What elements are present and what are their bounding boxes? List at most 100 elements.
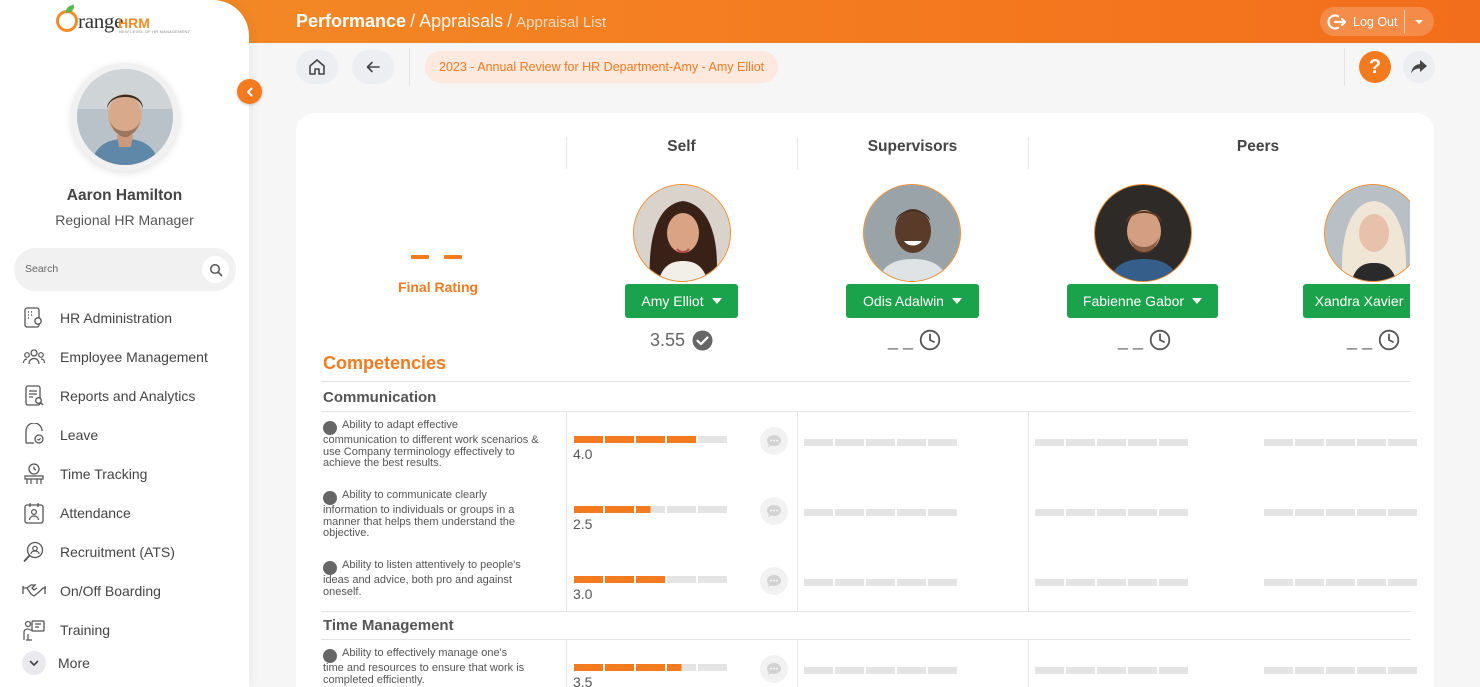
rating-bar-segment bbox=[1066, 509, 1095, 516]
rating-bar-segment bbox=[928, 439, 957, 446]
menu-label: Attendance bbox=[60, 505, 131, 521]
rating-bar-segment bbox=[667, 436, 696, 443]
rating-bar-segment bbox=[1264, 509, 1293, 516]
employees-icon bbox=[20, 343, 48, 371]
rating-bar-segment bbox=[1388, 667, 1417, 674]
rating-bar-segment bbox=[605, 664, 634, 671]
rating-value: 3.0 bbox=[573, 586, 593, 602]
competency-text-rest: communication to different work scenario… bbox=[323, 434, 539, 470]
menu-item-reports-and-analytics[interactable]: Reports and Analytics bbox=[20, 381, 235, 411]
column-header-supervisors: Supervisors bbox=[867, 138, 958, 155]
arrow-left-icon bbox=[366, 61, 380, 73]
clock-icon bbox=[1378, 329, 1400, 351]
competency-text-rest: time and resources to ensure that work i… bbox=[323, 662, 525, 686]
menu-item-more[interactable]: More bbox=[20, 648, 235, 678]
menu-label: HR Administration bbox=[60, 310, 173, 326]
rating-bar-segment bbox=[1128, 579, 1157, 586]
info-icon[interactable]: i bbox=[318, 561, 337, 575]
rating-bar-segment bbox=[1388, 439, 1417, 446]
rating-bar-segment bbox=[1357, 509, 1386, 516]
reviewer-photo-amy-elliot bbox=[633, 184, 731, 282]
caret-down-icon[interactable] bbox=[1412, 15, 1426, 29]
rating-bar-segment bbox=[928, 579, 957, 586]
rating-bar-segment bbox=[866, 667, 895, 674]
appraisal-title-chip: 2023 - Annual Review for HR Department-A… bbox=[425, 51, 779, 83]
comment-button[interactable] bbox=[760, 427, 788, 455]
back-button[interactable] bbox=[352, 50, 394, 84]
rating-bar-segment bbox=[636, 664, 665, 671]
rating-bar-segment bbox=[1264, 439, 1293, 446]
user-role: Regional HR Manager bbox=[55, 212, 194, 228]
final-rating-label: Final Rating bbox=[397, 279, 479, 295]
final-rating-dash bbox=[411, 255, 429, 259]
rating-bar-segment bbox=[574, 664, 603, 671]
competency-description: i Ability to listen attentively to people… bbox=[318, 559, 549, 598]
pending-rating-bar bbox=[1035, 579, 1188, 586]
info-icon[interactable]: i bbox=[318, 649, 337, 663]
sidebar-collapse-button[interactable] bbox=[237, 79, 262, 104]
logo-mark-icon bbox=[56, 10, 78, 32]
pending-rating-bar bbox=[1264, 579, 1417, 586]
info-icon[interactable]: i bbox=[318, 491, 337, 505]
orangehrm-logo[interactable]: range HRM NEW LEVEL OF HR MANAGEMENT bbox=[56, 4, 196, 38]
comment-button[interactable] bbox=[760, 497, 788, 525]
rating-bar-segment bbox=[897, 667, 926, 674]
menu-item-time-tracking[interactable]: Time Tracking bbox=[20, 459, 235, 489]
group-title-communication: Communication bbox=[323, 389, 437, 406]
rating-bar-segment bbox=[1357, 439, 1386, 446]
rating-bar-segment bbox=[835, 579, 864, 586]
breadcrumb-module[interactable]: Performance bbox=[296, 11, 406, 31]
comment-icon bbox=[767, 663, 781, 675]
rating-bar-segment bbox=[897, 439, 926, 446]
rating-bar-segment bbox=[928, 509, 957, 516]
menu-item-attendance[interactable]: Attendance bbox=[20, 498, 235, 528]
competency-text-line1: Ability to listen attentively to people'… bbox=[342, 559, 521, 571]
avatar[interactable] bbox=[77, 69, 173, 165]
rating-bar-segment bbox=[1264, 667, 1293, 674]
rating-bar bbox=[574, 664, 727, 671]
menu-item-employee-management[interactable]: Employee Management bbox=[20, 342, 235, 372]
menu-label: Leave bbox=[60, 427, 99, 443]
training-icon bbox=[20, 616, 48, 644]
divider bbox=[321, 411, 1411, 412]
pending-rating-bar bbox=[1035, 439, 1188, 446]
breadcrumb-section[interactable]: Appraisals bbox=[419, 11, 503, 31]
logout-button[interactable]: Log Out bbox=[1320, 7, 1434, 36]
search-button[interactable] bbox=[202, 256, 229, 283]
pending-rating-bar bbox=[804, 509, 957, 516]
menu-item-training[interactable]: Training bbox=[20, 615, 235, 645]
sidebar: range HRM NEW LEVEL OF HR MANAGEMENT Aar… bbox=[0, 0, 249, 687]
reviewer-dropdown-xandra-xavier[interactable]: Xandra Xavier bbox=[1303, 284, 1410, 318]
rating-bar-segment bbox=[605, 506, 634, 513]
reviewer-dropdown-odis-adalwin[interactable]: Odis Adalwin bbox=[846, 284, 979, 318]
help-button[interactable]: ? bbox=[1359, 51, 1391, 83]
score-value: _ _ bbox=[888, 329, 914, 350]
search-input[interactable] bbox=[25, 260, 195, 278]
rating-bar-segment bbox=[574, 436, 603, 443]
comment-button[interactable] bbox=[760, 655, 788, 683]
reviewer-dropdown-fabienne-gabor[interactable]: Fabienne Gabor bbox=[1067, 284, 1218, 318]
rating-bar-segment bbox=[667, 576, 696, 583]
share-button[interactable] bbox=[1403, 51, 1435, 83]
rating-bar-segment bbox=[1159, 667, 1188, 674]
menu-label: On/Off Boarding bbox=[60, 583, 161, 599]
menu-item-on-off-boarding[interactable]: On/Off Boarding bbox=[20, 576, 235, 606]
menu-item-leave[interactable]: Leave bbox=[20, 420, 235, 450]
rating-bar-segment bbox=[574, 576, 603, 583]
home-button[interactable] bbox=[296, 50, 338, 84]
info-icon[interactable]: i bbox=[318, 421, 337, 435]
menu-item-hr-administration[interactable]: HR Administration bbox=[20, 303, 235, 333]
menu-label: Recruitment (ATS) bbox=[60, 544, 175, 560]
rating-bar-segment bbox=[804, 579, 833, 586]
rating-bar-segment bbox=[1295, 439, 1324, 446]
reviewer-dropdown-amy-elliot[interactable]: Amy Elliot bbox=[625, 284, 738, 318]
comment-button[interactable] bbox=[760, 567, 788, 595]
menu-item-recruitment[interactable]: Recruitment (ATS) bbox=[20, 537, 235, 567]
rating-bar-segment bbox=[835, 509, 864, 516]
menu-label: Training bbox=[60, 622, 111, 638]
divider bbox=[1028, 639, 1029, 687]
divider bbox=[321, 611, 1411, 612]
divider bbox=[321, 639, 1411, 640]
reviewer-name: Amy Elliot bbox=[641, 293, 704, 309]
appraisal-card: Self Supervisors Peers Final Rating Amy … bbox=[296, 113, 1434, 687]
